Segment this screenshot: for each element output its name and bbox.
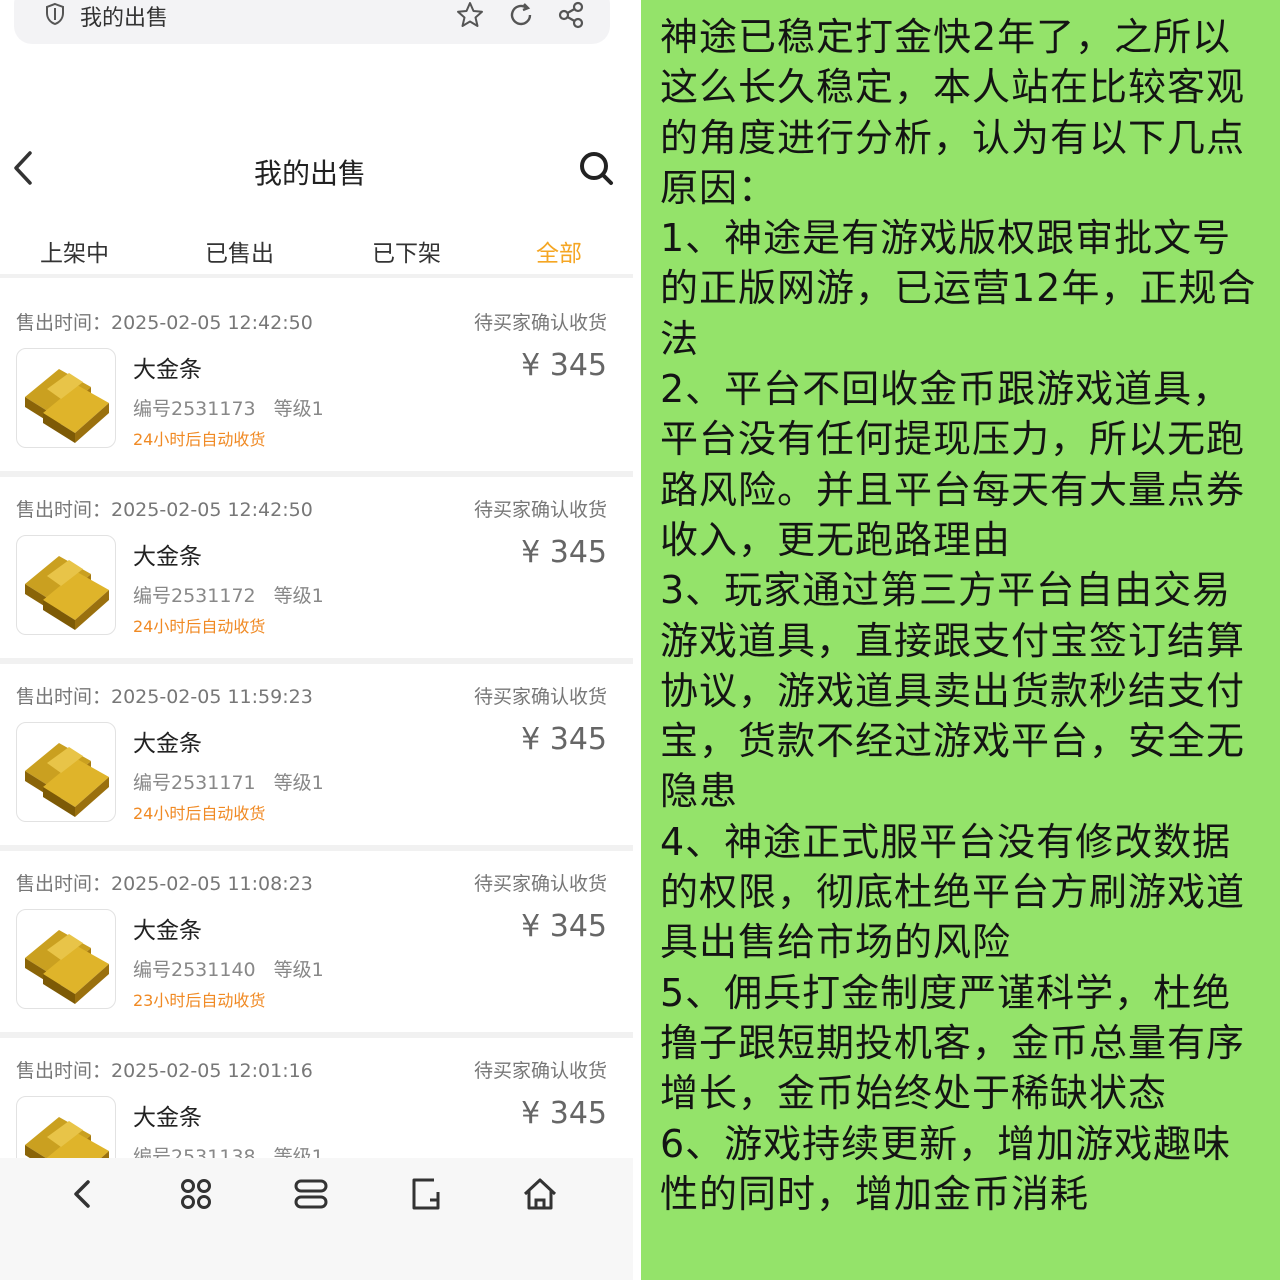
reason-item: 1、神途是有游戏版权跟审批文号的正版网游，已运营12年，正规合法 bbox=[660, 216, 1257, 361]
reason-item: 6、游戏持续更新，增加游戏趣味性的同时，增加金币消耗 bbox=[660, 1121, 1232, 1216]
item-name: 大金条 bbox=[133, 357, 202, 383]
order-status: 待买家确认收货 bbox=[473, 312, 607, 334]
reason-item: 5、佣兵打金制度严谨科学，杜绝撸子跟短期投机客，金币总量有序增长，金币始终处于稀… bbox=[660, 970, 1246, 1116]
gold-bar-icon bbox=[25, 743, 109, 817]
gold-bar-icon bbox=[25, 930, 109, 1004]
item-meta: 编号2531172 等级1 bbox=[133, 581, 324, 608]
item-level: 等级1 bbox=[273, 772, 324, 794]
item-id: 编号2531172 bbox=[133, 585, 256, 607]
order-list: 售出时间：2025-02-05 12:42:50 待买家确认收货 大金条 ¥ 3… bbox=[0, 290, 633, 1158]
sold-time: 售出时间：2025-02-05 12:01:16 bbox=[16, 1060, 313, 1082]
article-body: 神途已稳定打金快2年了，之所以这么长久稳定，本人站在比较客观的角度进行分析，认为… bbox=[660, 12, 1266, 1219]
order-status: 待买家确认收货 bbox=[473, 873, 607, 895]
sold-time: 售出时间：2025-02-05 12:42:50 bbox=[16, 499, 313, 521]
intro-paragraph: 神途已稳定打金快2年了，之所以这么长久稳定，本人站在比较客观的角度进行分析，认为… bbox=[660, 15, 1246, 210]
order-status: 待买家确认收货 bbox=[473, 1060, 607, 1082]
gold-bar-thumbnail[interactable] bbox=[16, 909, 116, 1009]
gold-bar-icon bbox=[25, 556, 109, 630]
item-name: 大金条 bbox=[133, 918, 202, 944]
gold-bar-icon bbox=[25, 1117, 109, 1158]
browser-address-bar[interactable]: 我的出售 bbox=[14, 0, 610, 44]
page-header: 我的出售 bbox=[0, 130, 633, 210]
auto-receive-note: 24小时后自动收货 bbox=[133, 430, 266, 449]
auto-receive-note: 23小时后自动收货 bbox=[133, 991, 266, 1010]
refresh-icon[interactable] bbox=[506, 0, 536, 30]
item-price: ¥ 345 bbox=[521, 1096, 607, 1131]
item-price: ¥ 345 bbox=[521, 535, 607, 570]
item-level: 等级1 bbox=[273, 1146, 324, 1158]
item-level: 等级1 bbox=[273, 585, 324, 607]
item-name: 大金条 bbox=[133, 1105, 202, 1131]
back-icon[interactable] bbox=[62, 1174, 102, 1214]
reason-item: 3、玩家通过第三方平台自由交易游戏道具，直接跟支付宝签订结算协议，游戏道具卖出货… bbox=[660, 568, 1246, 814]
order-card[interactable]: 售出时间：2025-02-05 12:42:50 待买家确认收货 大金条 ¥ 3… bbox=[0, 290, 633, 477]
star-icon[interactable] bbox=[455, 0, 485, 30]
item-price: ¥ 345 bbox=[521, 909, 607, 944]
order-card[interactable]: 售出时间：2025-02-05 11:08:23 待买家确认收货 大金条 ¥ 3… bbox=[0, 851, 633, 1038]
gold-bar-thumbnail[interactable] bbox=[16, 348, 116, 448]
sold-time: 售出时间：2025-02-05 12:42:50 bbox=[16, 312, 313, 334]
home-icon[interactable] bbox=[520, 1174, 560, 1214]
item-price: ¥ 345 bbox=[521, 348, 607, 383]
search-icon[interactable] bbox=[576, 148, 616, 188]
tab-all[interactable]: 全部 bbox=[536, 234, 582, 268]
sold-time: 售出时间：2025-02-05 11:08:23 bbox=[16, 873, 313, 895]
item-id: 编号2531138 bbox=[133, 1146, 256, 1158]
item-meta: 编号2531138 等级1 bbox=[133, 1142, 324, 1158]
order-status: 待买家确认收货 bbox=[473, 499, 607, 521]
auto-receive-note: 24小时后自动收货 bbox=[133, 804, 266, 823]
share-icon[interactable] bbox=[556, 0, 586, 30]
tab-listed[interactable]: 上架中 bbox=[40, 234, 109, 268]
tabs-icon[interactable] bbox=[291, 1174, 331, 1214]
bookmark-icon[interactable] bbox=[406, 1174, 446, 1214]
tab-sold[interactable]: 已售出 bbox=[205, 234, 274, 268]
auto-receive-note: 24小时后自动收货 bbox=[133, 617, 266, 636]
status-tabs: 上架中 已售出 已下架 全部 bbox=[0, 222, 633, 278]
shield-icon bbox=[46, 2, 64, 26]
order-card[interactable]: 售出时间：2025-02-05 12:42:50 待买家确认收货 大金条 ¥ 3… bbox=[0, 477, 633, 664]
reason-item: 2、平台不回收金币跟游戏道具，平台没有任何提现压力，所以无跑路风险。并且平台每天… bbox=[660, 367, 1246, 562]
item-meta: 编号2531140 等级1 bbox=[133, 955, 324, 982]
reason-item: 4、神途正式服平台没有修改数据的权限，彻底杜绝平台方刷游戏道具出售给市场的风险 bbox=[660, 819, 1246, 965]
gold-bar-icon bbox=[25, 369, 109, 443]
sold-time: 售出时间：2025-02-05 11:59:23 bbox=[16, 686, 313, 708]
browser-bottom-navbar bbox=[0, 1158, 633, 1280]
gold-bar-thumbnail[interactable] bbox=[16, 722, 116, 822]
item-name: 大金条 bbox=[133, 544, 202, 570]
tab-delisted[interactable]: 已下架 bbox=[372, 234, 441, 268]
browser-tab-title: 我的出售 bbox=[80, 6, 169, 31]
item-level: 等级1 bbox=[273, 398, 324, 420]
apps-icon[interactable] bbox=[176, 1174, 216, 1214]
item-price: ¥ 345 bbox=[521, 722, 607, 757]
item-meta: 编号2531171 等级1 bbox=[133, 768, 324, 795]
phone-screen: 我的出售 我的出售 上架中 已售出 已下架 全部 售出时间：2025-02-05… bbox=[0, 0, 633, 1280]
item-id: 编号2531173 bbox=[133, 398, 256, 420]
gold-bar-thumbnail[interactable] bbox=[16, 535, 116, 635]
text-panel: 神途已稳定打金快2年了，之所以这么长久稳定，本人站在比较客观的角度进行分析，认为… bbox=[641, 0, 1280, 1280]
item-meta: 编号2531173 等级1 bbox=[133, 394, 324, 421]
order-status: 待买家确认收货 bbox=[473, 686, 607, 708]
item-name: 大金条 bbox=[133, 731, 202, 757]
page-title: 我的出售 bbox=[253, 157, 366, 190]
order-card[interactable]: 售出时间：2025-02-05 12:01:16 待买家确认收货 大金条 ¥ 3… bbox=[0, 1038, 633, 1158]
item-id: 编号2531140 bbox=[133, 959, 256, 981]
gold-bar-thumbnail[interactable] bbox=[16, 1096, 116, 1158]
item-level: 等级1 bbox=[273, 959, 324, 981]
order-card[interactable]: 售出时间：2025-02-05 11:59:23 待买家确认收货 大金条 ¥ 3… bbox=[0, 664, 633, 851]
item-id: 编号2531171 bbox=[133, 772, 256, 794]
